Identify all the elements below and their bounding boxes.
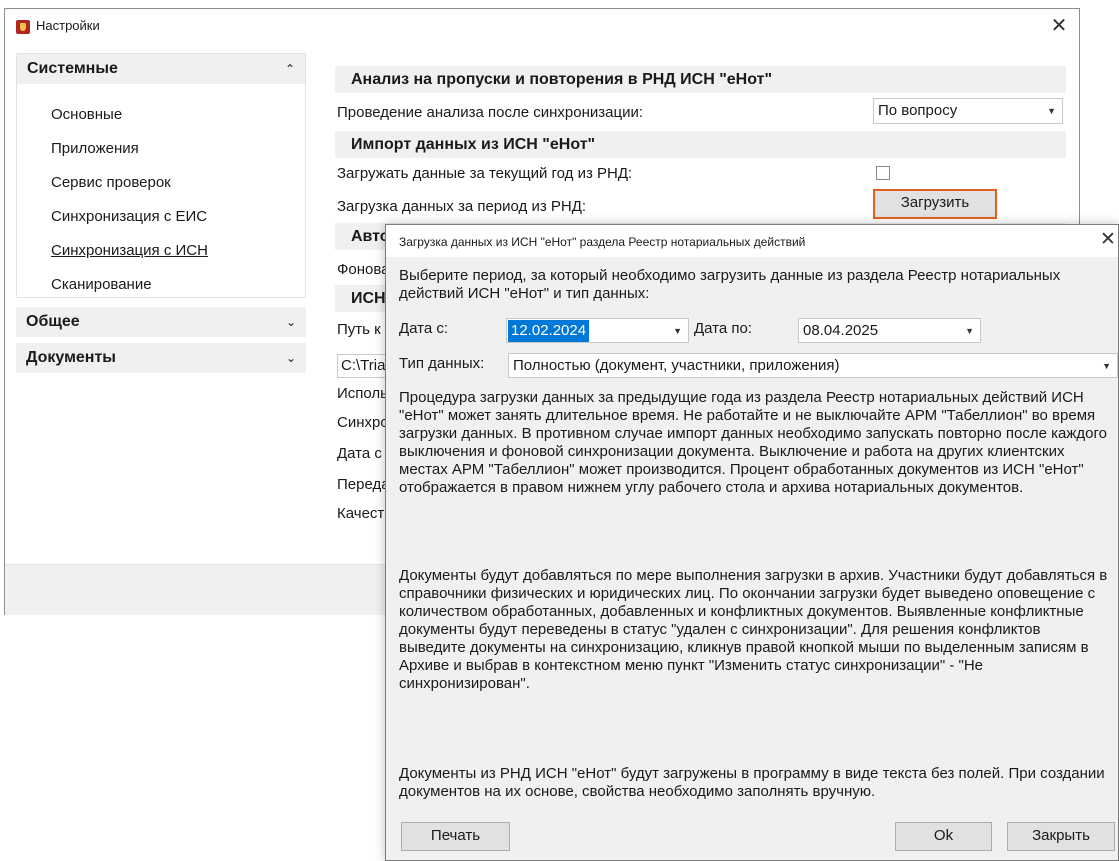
use-row-label: Исполь	[337, 385, 388, 402]
window-title: Настройки	[36, 18, 100, 33]
date-row-label: Дата с	[337, 445, 382, 462]
import-dialog: Загрузка данных из ИСН "еНот" раздела Ре…	[385, 224, 1119, 861]
app-logo-icon	[16, 20, 30, 34]
sidebar-panel: Системные ⌃ Основные Приложения Сервис п…	[16, 53, 306, 298]
analysis-label: Проведение анализа после синхронизации:	[337, 104, 644, 121]
dialog-body: Выберите период, за который необходимо з…	[386, 257, 1118, 860]
chevron-down-icon[interactable]: ⌄	[286, 307, 296, 337]
sidebar-group-label: Системные	[27, 60, 118, 77]
period-label: Загрузка данных за период из РНД:	[337, 198, 587, 215]
sync-row-label: Синхро	[337, 414, 389, 431]
data-type-value: Полностью (документ, участники, приложен…	[513, 357, 840, 374]
close-icon[interactable]: ✕	[1096, 229, 1119, 251]
chevron-down-icon: ▼	[1047, 106, 1056, 116]
analysis-select-value: По вопросу	[878, 102, 958, 119]
background-row-label: Фонова	[337, 261, 390, 278]
sidebar-group-general[interactable]: Общее ⌄	[16, 307, 306, 337]
sidebar-group-system[interactable]: Системные ⌃	[17, 54, 305, 84]
close-icon[interactable]: ✕	[1047, 15, 1071, 37]
sidebar-group-label: Общее	[26, 313, 80, 330]
chevron-down-icon[interactable]: ⌄	[286, 343, 296, 373]
dialog-title: Загрузка данных из ИСН "еНот" раздела Ре…	[399, 235, 806, 249]
dialog-paragraph-2: Документы будут добавляться по мере выпо…	[399, 567, 1108, 692]
section-header-isn-text: ИСН	[351, 290, 386, 307]
sidebar-item-sync-isn[interactable]: Синхронизация с ИСН	[51, 242, 208, 259]
chevron-down-icon: ▼	[673, 326, 682, 336]
transfer-row-label: Переда	[337, 476, 390, 493]
quality-row-label: Качест	[337, 505, 385, 522]
chevron-down-icon: ▼	[965, 326, 974, 336]
sidebar-item-check-service[interactable]: Сервис проверок	[51, 174, 171, 191]
sidebar-item-scanning[interactable]: Сканирование	[51, 276, 152, 293]
chevron-down-icon: ▼	[1102, 361, 1111, 371]
dialog-intro-text: Выберите период, за который необходимо з…	[399, 267, 1061, 302]
title-bar: Настройки ✕	[5, 9, 1079, 43]
dialog-paragraph-3: Документы из РНД ИСН "еНот" будут загруж…	[399, 765, 1105, 800]
section-header-analysis: Анализ на пропуски и повторения в РНД ИС…	[335, 66, 1066, 93]
sidebar-item-basic[interactable]: Основные	[51, 106, 122, 123]
chevron-up-icon[interactable]: ⌃	[285, 54, 295, 84]
date-to-picker[interactable]: 08.04.2025 ▼	[798, 318, 981, 343]
data-type-select[interactable]: Полностью (документ, участники, приложен…	[508, 353, 1118, 378]
date-from-label: Дата с:	[399, 320, 449, 337]
analysis-select[interactable]: По вопросу ▼	[873, 98, 1063, 124]
path-label: Путь к	[337, 321, 381, 338]
dialog-paragraph-1: Процедура загрузки данных за предыдущие …	[399, 389, 1107, 496]
print-button[interactable]: Печать	[401, 822, 510, 851]
current-year-checkbox[interactable]	[876, 166, 890, 180]
date-from-value: 12.02.2024	[508, 320, 590, 342]
current-year-label: Загружать данные за текущий год из РНД:	[337, 165, 633, 182]
section-header-import: Импорт данных из ИСН "еНот"	[335, 131, 1066, 158]
sidebar-item-sync-eis[interactable]: Синхронизация с ЕИС	[51, 208, 207, 225]
dialog-title-bar: Загрузка данных из ИСН "еНот" раздела Ре…	[386, 225, 1118, 257]
ok-button[interactable]: Ok	[895, 822, 992, 851]
load-button[interactable]: Загрузить	[873, 189, 997, 219]
close-button[interactable]: Закрыть	[1007, 822, 1115, 851]
sidebar-group-label: Документы	[26, 349, 116, 366]
sidebar-item-apps[interactable]: Приложения	[51, 140, 139, 157]
sidebar-group-documents[interactable]: Документы ⌄	[16, 343, 306, 373]
date-to-label: Дата по:	[694, 320, 753, 337]
date-to-value: 08.04.2025	[803, 322, 879, 339]
data-type-label: Тип данных:	[399, 355, 485, 372]
section-header-auto-text: Авто	[351, 228, 390, 245]
date-from-picker[interactable]: 12.02.2024 ▼	[506, 318, 689, 343]
